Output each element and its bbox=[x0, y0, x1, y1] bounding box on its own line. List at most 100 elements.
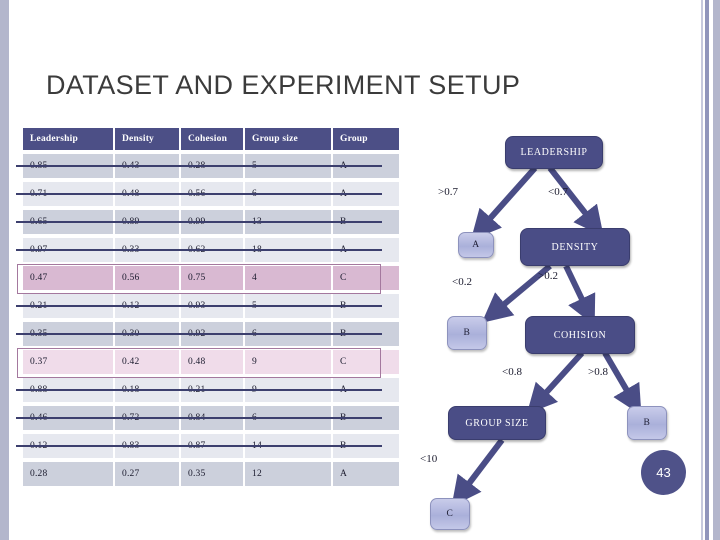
table-row: 0.88 0.18 0.21 9 A bbox=[23, 378, 399, 402]
cell-density: 0.48 bbox=[115, 182, 179, 206]
table-row: 0.28 0.27 0.35 12 A bbox=[23, 462, 399, 486]
cell-group: B bbox=[333, 210, 399, 234]
cell-leadership: 0.35 bbox=[23, 322, 113, 346]
right-accent-bar-inner bbox=[705, 0, 709, 540]
cell-group-size: 6 bbox=[245, 322, 331, 346]
column-header-group: Group bbox=[333, 128, 399, 150]
table-row: 0.21 0.12 0.93 5 B bbox=[23, 294, 399, 318]
cell-group: B bbox=[333, 322, 399, 346]
slide-number-badge: 43 bbox=[641, 450, 686, 495]
cell-group: A bbox=[333, 154, 399, 178]
cell-cohesion: 0.93 bbox=[181, 294, 243, 318]
column-header-group-size: Group size bbox=[245, 128, 331, 150]
table-row: 0.97 0.33 0.62 18 A bbox=[23, 238, 399, 262]
tree-leaf-c[interactable]: C bbox=[430, 498, 470, 530]
cell-density: 0.83 bbox=[115, 434, 179, 458]
table-header-row: Leadership Density Cohesion Group size G… bbox=[23, 128, 399, 150]
cell-cohesion: 0.92 bbox=[181, 322, 243, 346]
edge-label-density-left: <0.2 bbox=[452, 276, 472, 288]
cell-group: C bbox=[333, 266, 399, 290]
cell-leadership: 0.88 bbox=[23, 378, 113, 402]
right-accent-bar-outer bbox=[713, 0, 720, 540]
cell-leadership: 0.97 bbox=[23, 238, 113, 262]
cell-group: A bbox=[333, 238, 399, 262]
cell-group-size: 6 bbox=[245, 182, 331, 206]
cell-density: 0.42 bbox=[115, 350, 179, 374]
cell-cohesion: 0.21 bbox=[181, 378, 243, 402]
cell-cohesion: 0.28 bbox=[181, 154, 243, 178]
table-row: 0.37 0.42 0.48 9 C bbox=[23, 350, 399, 374]
edge-label-group-size-left: <10 bbox=[420, 453, 438, 465]
column-header-cohesion: Cohesion bbox=[181, 128, 243, 150]
tree-node-cohesion[interactable]: COHISION bbox=[525, 316, 635, 354]
cell-cohesion: 0.99 bbox=[181, 210, 243, 234]
table-row: 0.12 0.83 0.87 14 B bbox=[23, 434, 399, 458]
cell-group: C bbox=[333, 350, 399, 374]
table-row: 0.46 0.72 0.84 6 B bbox=[23, 406, 399, 430]
tree-leaf-b-2[interactable]: B bbox=[627, 406, 667, 440]
cell-cohesion: 0.75 bbox=[181, 266, 243, 290]
cell-cohesion: 0.84 bbox=[181, 406, 243, 430]
cell-density: 0.56 bbox=[115, 266, 179, 290]
edge-label-leadership-left: >0.7 bbox=[438, 186, 458, 198]
cell-group-size: 5 bbox=[245, 294, 331, 318]
cell-cohesion: 0.35 bbox=[181, 462, 243, 486]
edge-label-cohesion-right: >0.8 bbox=[588, 366, 608, 378]
dataset-table: Leadership Density Cohesion Group size G… bbox=[21, 124, 401, 490]
cell-cohesion: 0.56 bbox=[181, 182, 243, 206]
cell-group: B bbox=[333, 406, 399, 430]
cell-leadership: 0.37 bbox=[23, 350, 113, 374]
cell-density: 0.27 bbox=[115, 462, 179, 486]
table-row: 0.85 0.43 0.28 5 A bbox=[23, 154, 399, 178]
table-row: 0.65 0.89 0.99 13 B bbox=[23, 210, 399, 234]
cell-group-size: 4 bbox=[245, 266, 331, 290]
cell-group: A bbox=[333, 462, 399, 486]
cell-density: 0.30 bbox=[115, 322, 179, 346]
cell-density: 0.72 bbox=[115, 406, 179, 430]
cell-density: 0.89 bbox=[115, 210, 179, 234]
slide-canvas: Different Approaches to Community Evolut… bbox=[0, 0, 720, 540]
running-head-title: Different Approaches to Community Evolut… bbox=[682, 0, 698, 6]
tree-leaf-b-1[interactable]: B bbox=[447, 316, 487, 350]
cell-group: B bbox=[333, 294, 399, 318]
cell-cohesion: 0.87 bbox=[181, 434, 243, 458]
cell-group-size: 6 bbox=[245, 406, 331, 430]
cell-group: A bbox=[333, 378, 399, 402]
cell-leadership: 0.65 bbox=[23, 210, 113, 234]
cell-leadership: 0.12 bbox=[23, 434, 113, 458]
cell-leadership: 0.21 bbox=[23, 294, 113, 318]
column-header-leadership: Leadership bbox=[23, 128, 113, 150]
tree-node-leadership[interactable]: LEADERSHIP bbox=[505, 136, 603, 169]
cell-group-size: 18 bbox=[245, 238, 331, 262]
cell-group-size: 14 bbox=[245, 434, 331, 458]
cell-density: 0.33 bbox=[115, 238, 179, 262]
top-strip bbox=[9, 0, 720, 5]
cell-density: 0.43 bbox=[115, 154, 179, 178]
cell-cohesion: 0.62 bbox=[181, 238, 243, 262]
edge-label-leadership-right: <0.7 bbox=[548, 186, 568, 198]
table-row: 0.71 0.48 0.56 6 A bbox=[23, 182, 399, 206]
tree-node-density[interactable]: DENSITY bbox=[520, 228, 630, 266]
column-header-density: Density bbox=[115, 128, 179, 150]
edge-label-cohesion-left: <0.8 bbox=[502, 366, 522, 378]
cell-group: A bbox=[333, 182, 399, 206]
cell-density: 0.12 bbox=[115, 294, 179, 318]
cell-leadership: 0.28 bbox=[23, 462, 113, 486]
table-row: 0.47 0.56 0.75 4 C bbox=[23, 266, 399, 290]
cell-group: B bbox=[333, 434, 399, 458]
cell-leadership: 0.71 bbox=[23, 182, 113, 206]
cell-density: 0.18 bbox=[115, 378, 179, 402]
left-accent-bar bbox=[0, 0, 9, 540]
right-accent-bar-thin bbox=[701, 0, 703, 540]
tree-leaf-a[interactable]: A bbox=[458, 232, 494, 258]
tree-node-group-size[interactable]: GROUP SIZE bbox=[448, 406, 546, 440]
cell-group-size: 9 bbox=[245, 378, 331, 402]
cell-group-size: 13 bbox=[245, 210, 331, 234]
cell-group-size: 5 bbox=[245, 154, 331, 178]
cell-leadership: 0.47 bbox=[23, 266, 113, 290]
cell-leadership: 0.46 bbox=[23, 406, 113, 430]
cell-group-size: 12 bbox=[245, 462, 331, 486]
table-body: 0.85 0.43 0.28 5 A 0.71 0.48 0.56 6 A 0.65 0.89 0.99… bbox=[23, 154, 399, 486]
table-row: 0.35 0.30 0.92 6 B bbox=[23, 322, 399, 346]
cell-leadership: 0.85 bbox=[23, 154, 113, 178]
